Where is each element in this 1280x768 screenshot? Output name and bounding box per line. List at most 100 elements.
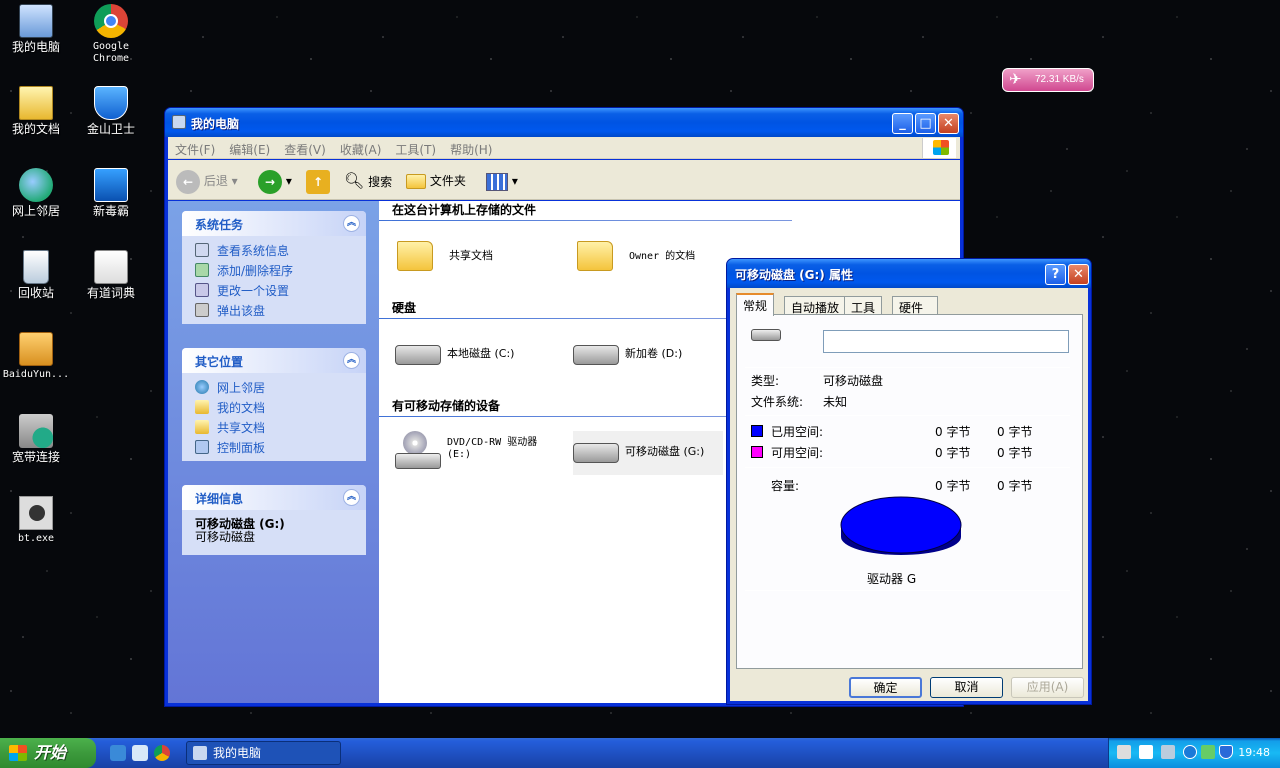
shield-icon[interactable]: [1219, 745, 1233, 759]
menu-view[interactable]: 查看(V): [277, 137, 333, 158]
task-label: 更改一个设置: [217, 284, 290, 298]
search-button[interactable]: 🔍︎ 搜索: [344, 168, 392, 194]
place-label: 我的文档: [217, 401, 266, 415]
place-network[interactable]: 网上邻居: [182, 378, 366, 398]
volume-label-input[interactable]: [823, 330, 1069, 353]
panel-header[interactable]: 系统任务 ︽: [182, 211, 366, 236]
folder-icon: [397, 241, 433, 271]
network-icon: [195, 380, 209, 394]
back-arrow-icon: ←: [176, 169, 200, 194]
tab-autoplay[interactable]: 自动播放: [784, 296, 847, 315]
window-titlebar[interactable]: 我的电脑 _ □ ✕: [165, 108, 963, 137]
forward-button[interactable]: → ▾: [258, 168, 292, 194]
collapse-chevron-icon[interactable]: ︽: [343, 352, 360, 369]
task-label: 弹出该盘: [217, 304, 266, 318]
keyboard-icon[interactable]: [1117, 745, 1131, 759]
chevron-left-icon[interactable]: [1183, 745, 1197, 759]
task-view-system-info[interactable]: 查看系统信息: [182, 241, 366, 261]
desktop-icon-youdao[interactable]: 有道词典: [75, 250, 147, 299]
desktop-icon-label: 宽带连接: [11, 450, 60, 464]
place-shared-documents[interactable]: 共享文档: [182, 418, 366, 438]
menu-help[interactable]: 帮助(H): [443, 137, 499, 158]
minimize-button[interactable]: _: [892, 113, 913, 134]
network-icon[interactable]: [1161, 745, 1175, 759]
apply-button[interactable]: 应用(A): [1011, 677, 1084, 698]
desktop-icon-my-computer[interactable]: 我的电脑: [0, 4, 72, 53]
menu-favorites[interactable]: 收藏(A): [333, 137, 389, 158]
task-add-remove-programs[interactable]: 添加/删除程序: [182, 261, 366, 281]
up-folder-button[interactable]: ↑: [306, 168, 330, 194]
close-button[interactable]: ✕: [938, 113, 959, 134]
tab-general[interactable]: 常规: [736, 293, 775, 316]
desktop-icon-label: 有道词典: [86, 286, 135, 300]
help-button[interactable]: ?: [1045, 264, 1066, 285]
help-icon[interactable]: [1139, 745, 1153, 759]
cancel-button[interactable]: 取消: [930, 677, 1003, 698]
quicklaunch-chrome-icon[interactable]: [154, 745, 170, 761]
maximize-button[interactable]: □: [915, 113, 936, 134]
menu-edit[interactable]: 编辑(E): [222, 137, 277, 158]
tab-tools[interactable]: 工具: [844, 296, 883, 315]
general-tab-page: 类型: 可移动磁盘 文件系统: 未知 已用空间: 0 字节 0 字节 可用空间:…: [736, 314, 1083, 669]
folder-icon: [406, 174, 426, 189]
item-label: 共享文档: [449, 249, 493, 262]
hard-drive-icon: [395, 345, 441, 365]
capacity-bytes: 0 字节: [935, 479, 971, 493]
desktop-icon-duba[interactable]: 新毒霸: [75, 168, 147, 217]
desktop-icon-jinshan[interactable]: 金山卫士: [75, 86, 147, 135]
free-space-bytes: 0 字节: [935, 446, 971, 460]
search-label: 搜索: [368, 175, 393, 189]
desktop-icon-baiduyun[interactable]: BaiduYun...: [0, 332, 72, 381]
desktop-icon-label: 我的文档: [11, 122, 60, 136]
item-removable-g[interactable]: 可移动磁盘 (G:): [573, 431, 723, 475]
taskbar-button-my-computer[interactable]: 我的电脑: [186, 741, 341, 765]
start-label: 开始: [34, 743, 67, 762]
desktop-icon-recycle-bin[interactable]: 回收站: [0, 250, 72, 299]
start-button[interactable]: 开始: [0, 738, 96, 768]
desktop-icon-chrome[interactable]: Google Chrome: [75, 4, 147, 65]
quicklaunch-ie-icon[interactable]: [110, 745, 126, 761]
back-button[interactable]: ← 后退 ▾: [176, 168, 238, 194]
desktop-icon-bt[interactable]: bt.exe: [0, 496, 72, 545]
ok-button[interactable]: 确定: [849, 677, 922, 698]
clock[interactable]: 19:48: [1238, 746, 1270, 759]
network-speed-text: 72.31 KB/s: [1035, 74, 1084, 85]
folders-label: 文件夹: [429, 174, 466, 188]
panel-header[interactable]: 其它位置 ︽: [182, 348, 366, 373]
task-change-setting[interactable]: 更改一个设置: [182, 281, 366, 301]
divider: [745, 367, 1070, 368]
capacity-label: 容量:: [771, 479, 800, 493]
folders-button[interactable]: 文件夹: [406, 168, 466, 194]
windows-logo-icon: [922, 138, 956, 158]
desktop-icon-my-documents[interactable]: 我的文档: [0, 86, 72, 135]
taskbar-button-label: 我的电脑: [213, 746, 262, 760]
close-button[interactable]: ✕: [1068, 264, 1089, 285]
place-my-documents[interactable]: 我的文档: [182, 398, 366, 418]
panel-header[interactable]: 详细信息 ︽: [182, 485, 366, 510]
place-label: 网上邻居: [217, 381, 266, 395]
used-space-size: 0 字节: [997, 425, 1033, 439]
dialog-titlebar[interactable]: 可移动磁盘 (G:) 属性 ? ✕: [727, 259, 1091, 288]
task-eject-disk[interactable]: 弹出该盘: [182, 301, 366, 321]
menu-file[interactable]: 文件(F): [168, 137, 222, 158]
dictionary-icon: [94, 250, 128, 284]
views-icon: [486, 172, 508, 191]
item-label: 本地磁盘 (C:): [447, 347, 515, 360]
system-tasks-panel: 系统任务 ︽ 查看系统信息 添加/删除程序 更改一个设置 弹出该盘: [182, 211, 366, 324]
network-speed-widget[interactable]: ✈ 72.31 KB/s: [1002, 68, 1094, 92]
connection-icon[interactable]: [1201, 745, 1215, 759]
collapse-chevron-icon[interactable]: ︽: [343, 489, 360, 506]
views-button[interactable]: ▾: [486, 168, 518, 194]
desktop-icon-broadband[interactable]: 宽带连接: [0, 414, 72, 463]
menu-tools[interactable]: 工具(T): [388, 137, 443, 158]
computer-icon: [19, 4, 53, 38]
forward-arrow-icon: →: [258, 169, 282, 194]
place-control-panel[interactable]: 控制面板: [182, 438, 366, 458]
place-label: 控制面板: [217, 441, 266, 455]
desktop-icon-label: bt.exe: [17, 533, 55, 544]
collapse-chevron-icon[interactable]: ︽: [343, 215, 360, 232]
desktop-icon-network[interactable]: 网上邻居: [0, 168, 72, 217]
tab-hardware[interactable]: 硬件: [892, 296, 938, 315]
quicklaunch-desktop-icon[interactable]: [132, 745, 148, 761]
filesystem-value: 未知: [823, 395, 848, 409]
